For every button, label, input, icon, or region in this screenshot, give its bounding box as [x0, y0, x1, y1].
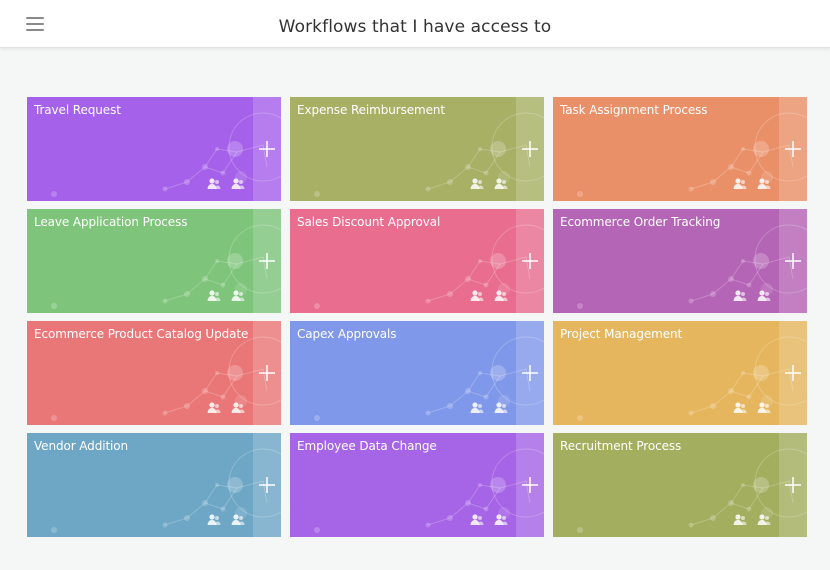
workflow-card[interactable]: Capex Approvals: [290, 321, 544, 425]
users-icon[interactable]: [207, 287, 221, 301]
plus-icon[interactable]: [785, 141, 801, 157]
users-icon[interactable]: [207, 511, 221, 525]
users-icon[interactable]: [494, 399, 508, 413]
users-icon[interactable]: [231, 287, 245, 301]
workflow-card[interactable]: Leave Application Process: [27, 209, 281, 313]
page-title: Workflows that I have access to: [278, 17, 552, 37]
users-icon[interactable]: [470, 175, 484, 189]
users-icon[interactable]: [733, 511, 747, 525]
users-icon[interactable]: [757, 287, 771, 301]
workflow-title: Employee Data Change: [297, 439, 437, 453]
users-icon[interactable]: [733, 399, 747, 413]
users-icon[interactable]: [231, 511, 245, 525]
users-icon[interactable]: [470, 511, 484, 525]
workflow-title: Ecommerce Order Tracking: [560, 215, 721, 229]
plus-icon[interactable]: [259, 253, 275, 269]
plus-icon[interactable]: [522, 253, 538, 269]
plus-icon[interactable]: [785, 477, 801, 493]
workflow-title: Capex Approvals: [297, 327, 397, 341]
workflow-title: Task Assignment Process: [560, 103, 708, 117]
workflow-card[interactable]: Sales Discount Approval: [290, 209, 544, 313]
plus-icon[interactable]: [785, 365, 801, 381]
users-icon[interactable]: [733, 175, 747, 189]
workflow-title: Project Management: [560, 327, 683, 341]
plus-icon[interactable]: [259, 365, 275, 381]
users-icon[interactable]: [757, 399, 771, 413]
plus-icon[interactable]: [785, 253, 801, 269]
plus-icon[interactable]: [522, 477, 538, 493]
workflow-title: Leave Application Process: [34, 215, 188, 229]
top-header: Workflows that I have access to: [0, 0, 830, 48]
workflow-card[interactable]: Employee Data Change: [290, 433, 544, 537]
workflow-card[interactable]: Project Management: [553, 321, 807, 425]
users-icon[interactable]: [207, 399, 221, 413]
users-icon[interactable]: [231, 175, 245, 189]
plus-icon[interactable]: [259, 477, 275, 493]
workflow-title: Vendor Addition: [34, 439, 129, 453]
workflow-title: Sales Discount Approval: [297, 215, 441, 229]
users-icon[interactable]: [470, 399, 484, 413]
users-icon[interactable]: [494, 511, 508, 525]
users-icon[interactable]: [757, 511, 771, 525]
users-icon[interactable]: [494, 175, 508, 189]
workflow-title: Travel Request: [34, 103, 121, 117]
users-icon[interactable]: [733, 287, 747, 301]
users-icon[interactable]: [494, 287, 508, 301]
users-icon[interactable]: [757, 175, 771, 189]
workflow-title: Recruitment Process: [560, 439, 682, 453]
workflow-card[interactable]: Vendor Addition: [27, 433, 281, 537]
workflow-title: Ecommerce Product Catalog Update: [34, 327, 249, 341]
users-icon[interactable]: [231, 399, 245, 413]
workflow-title: Expense Reimbursement: [297, 103, 446, 117]
workflow-card[interactable]: Ecommerce Product Catalog Update: [27, 321, 281, 425]
users-icon[interactable]: [470, 287, 484, 301]
plus-icon[interactable]: [522, 141, 538, 157]
workflow-card[interactable]: Ecommerce Order Tracking: [553, 209, 807, 313]
workflow-grid: Travel Request Expense Reimbursement Tas…: [27, 97, 807, 537]
plus-icon[interactable]: [522, 365, 538, 381]
workflow-card[interactable]: Expense Reimbursement: [290, 97, 544, 201]
workflow-card[interactable]: Task Assignment Process: [553, 97, 807, 201]
workflow-card[interactable]: Recruitment Process: [553, 433, 807, 537]
plus-icon[interactable]: [259, 141, 275, 157]
workflow-card[interactable]: Travel Request: [27, 97, 281, 201]
users-icon[interactable]: [207, 175, 221, 189]
